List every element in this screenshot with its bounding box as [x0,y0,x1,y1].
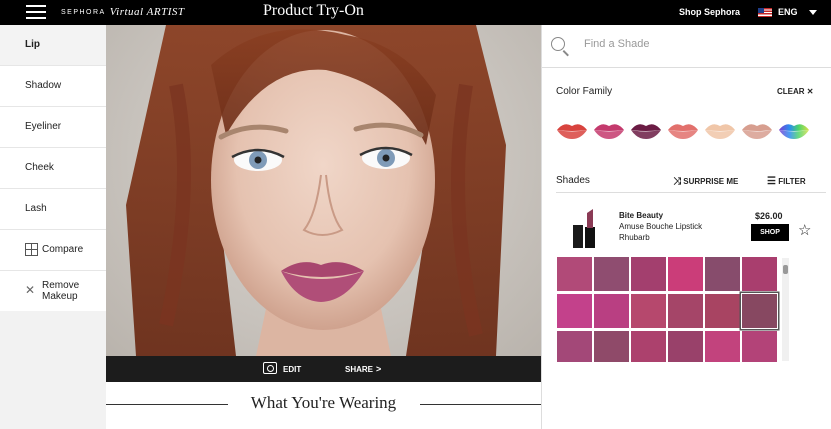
shade-swatch[interactable] [557,294,592,328]
shade-grid [556,256,780,362]
shade-swatch[interactable] [631,257,666,291]
search-icon[interactable] [551,37,565,51]
camera-icon[interactable] [263,362,277,374]
brand-logo[interactable]: SEPHORA Virtual ARTIST [61,6,184,18]
section-title: What You're Wearing [250,393,397,412]
product-price: $26.00 [755,211,783,221]
chevron-down-icon[interactable] [809,10,817,15]
star-icon[interactable]: ☆ [798,221,811,239]
sidebar-item-label: Lash [25,203,47,214]
clear-label: CLEAR [777,87,805,96]
lipstick-product-image[interactable] [571,207,597,249]
shop-button[interactable]: SHOP [751,224,789,241]
sidebar-item-label: Lip [25,39,40,50]
compare-button[interactable]: Compare [0,230,106,271]
compare-icon [25,243,38,256]
shade-swatch[interactable] [594,294,629,328]
model-portrait [126,25,506,356]
color-family-swatch[interactable] [630,120,662,140]
shade-swatch[interactable] [668,294,703,328]
color-family-swatch[interactable] [704,120,736,140]
surprise-me-label: SURPRISE ME [683,177,739,186]
product-shade-name: Rhubarb [619,233,650,242]
photo-toolbar: EDIT SHARE > [106,356,541,382]
us-flag-icon[interactable] [758,8,772,17]
scrollbar-thumb[interactable] [783,265,788,274]
shade-swatch[interactable] [631,331,666,362]
sidebar-item-eyeliner[interactable]: Eyeliner [0,107,106,148]
shade-swatch[interactable] [631,294,666,328]
shade-swatch[interactable] [594,331,629,362]
color-family-swatch[interactable] [741,120,773,140]
product-brand: Bite Beauty [619,211,664,220]
shade-swatch[interactable] [557,257,592,291]
sidebar-item-shadow[interactable]: Shadow [0,66,106,107]
color-family-title: Color Family [556,86,613,97]
color-family-swatch[interactable] [778,120,810,140]
chevron-right-icon[interactable]: > [376,364,381,374]
sidebar-item-lash[interactable]: Lash [0,189,106,230]
clear-button[interactable]: CLEAR ✕ [777,87,814,96]
sidebar-item-lip[interactable]: Lip [0,25,106,66]
filter-button[interactable]: ☰ FILTER [767,176,806,187]
close-icon: ✕ [25,283,36,297]
divider [420,404,541,405]
compare-label: Compare [42,244,84,255]
surprise-me-button[interactable]: ⤨ SURPRISE ME [673,176,738,187]
shade-swatch[interactable] [742,331,777,362]
shade-panel: Color Family CLEAR ✕ Shades ⤨ SURPRISE M… [541,25,831,429]
remove-makeup-button[interactable]: ✕ Remove Makeup [0,271,106,312]
language-selector[interactable]: ENG [778,7,798,17]
what-youre-wearing-heading: What You're Wearing [106,393,541,417]
shade-swatch[interactable] [705,294,740,328]
shuffle-icon: ⤨ [673,176,681,187]
sidebar-item-label: Eyeliner [25,121,62,132]
page-title: Product Try-On [263,2,364,19]
close-icon: ✕ [806,87,814,96]
shade-swatch[interactable] [668,257,703,291]
color-family-swatch[interactable] [667,120,699,140]
color-family-swatch[interactable] [593,120,625,140]
sidebar-item-label: Cheek [25,162,54,173]
share-button[interactable]: SHARE [345,365,373,374]
divider [556,192,826,193]
product-name: Amuse Bouche Lipstick [619,222,703,231]
sliders-icon: ☰ [767,176,776,187]
face-photo[interactable] [106,25,541,356]
find-shade-input[interactable] [584,38,814,50]
shade-swatch[interactable] [705,257,740,291]
shade-swatch[interactable] [741,293,778,329]
shade-swatch[interactable] [594,257,629,291]
shade-swatch[interactable] [705,331,740,362]
filter-label: FILTER [778,177,806,186]
brand-name: Virtual ARTIST [109,6,185,18]
shop-sephora-link[interactable]: Shop Sephora [679,7,740,17]
category-sidebar: Lip Shadow Eyeliner Cheek Lash Compare ✕… [0,25,106,311]
brand-prefix: SEPHORA [61,9,106,16]
color-family-swatch[interactable] [556,120,588,140]
sidebar-item-label: Shadow [25,80,62,91]
shade-swatch[interactable] [557,331,592,362]
edit-button[interactable]: EDIT [283,365,301,374]
menu-icon[interactable] [26,5,46,19]
sidebar-item-cheek[interactable]: Cheek [0,148,106,189]
remove-makeup-label: Remove Makeup [42,280,80,302]
shade-swatch[interactable] [668,331,703,362]
sidebar-footer [0,311,106,429]
shade-swatch[interactable] [742,257,777,291]
top-bar: SEPHORA Virtual ARTIST Product Try-On Sho… [0,0,831,25]
search-bar [542,25,831,68]
shades-title: Shades [556,175,590,186]
